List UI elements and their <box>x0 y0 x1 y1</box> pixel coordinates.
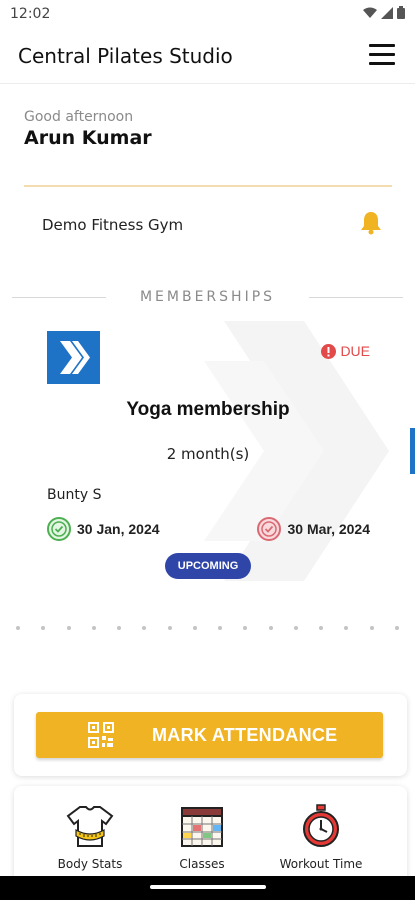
calendar-schedule-icon <box>181 807 223 847</box>
gym-name: Demo Fitness Gym <box>42 216 184 234</box>
greeting-salutation: Good afternoon <box>24 109 134 125</box>
start-date-text: 30 Jan, 2024 <box>77 521 160 537</box>
membership-card[interactable]: DUE Yoga membership 2 month(s) Bunty S 3… <box>22 321 394 591</box>
status-bar: 12:02 <box>0 0 415 28</box>
due-label: DUE <box>340 343 370 359</box>
mark-attendance-button[interactable]: MARK ATTENDANCE <box>36 712 383 758</box>
home-gesture-handle[interactable] <box>150 885 266 889</box>
body-stats-button[interactable]: Body Stats <box>40 804 140 871</box>
battery-icon <box>397 6 405 19</box>
system-nav-bar <box>0 876 415 900</box>
bell-icon[interactable] <box>360 211 382 235</box>
greeting-block: Good afternoon Arun Kumar <box>24 109 392 149</box>
double-chevron-logo-icon <box>60 341 90 374</box>
app-bar: Central Pilates Studio <box>0 28 415 84</box>
end-date-text: 30 Mar, 2024 <box>287 521 370 537</box>
plan-duration: 2 month(s) <box>166 445 250 463</box>
gym-row[interactable]: Demo Fitness Gym <box>24 197 392 253</box>
user-name: Arun Kumar <box>24 127 152 149</box>
trainer-name: Bunty S <box>47 487 102 503</box>
check-circle-icon <box>47 517 71 541</box>
divider <box>309 297 403 298</box>
due-indicator: DUE <box>321 343 370 359</box>
status-time: 12:02 <box>10 6 51 22</box>
qr-code-icon <box>88 722 114 748</box>
divider <box>24 185 392 187</box>
main-content[interactable]: Good afternoon Arun Kumar Demo Fitness G… <box>0 85 415 886</box>
carousel-dots <box>8 626 407 630</box>
workout-time-button[interactable]: Workout Time <box>271 804 371 871</box>
status-badge: UPCOMING <box>165 553 251 579</box>
classes-button[interactable]: Classes <box>152 804 252 871</box>
memberships-header: MEMBERSHIPS <box>0 287 415 307</box>
plan-name: Yoga membership <box>126 399 290 420</box>
end-date: 30 Mar, 2024 <box>257 517 370 541</box>
end-check-circle-icon <box>257 517 282 541</box>
body-stats-label: Body Stats <box>57 857 123 871</box>
hamburger-menu-icon[interactable] <box>369 44 395 66</box>
workout-time-label: Workout Time <box>279 857 363 871</box>
wifi-icon <box>363 7 377 18</box>
signal-icon <box>381 6 393 19</box>
gym-logo <box>47 331 100 384</box>
quick-actions-card: Body Stats Classes Workout Time <box>14 786 407 886</box>
status-icons <box>363 6 405 19</box>
alert-circle-icon <box>321 343 337 359</box>
app-title: Central Pilates Studio <box>18 44 233 68</box>
mark-attendance-label: MARK ATTENDANCE <box>152 725 338 745</box>
stopwatch-icon <box>303 804 339 847</box>
attendance-card: MARK ATTENDANCE <box>14 694 407 776</box>
classes-label: Classes <box>179 857 225 871</box>
start-date: 30 Jan, 2024 <box>47 517 160 541</box>
next-card-peek[interactable] <box>410 428 415 474</box>
tshirt-measure-icon <box>66 806 114 847</box>
